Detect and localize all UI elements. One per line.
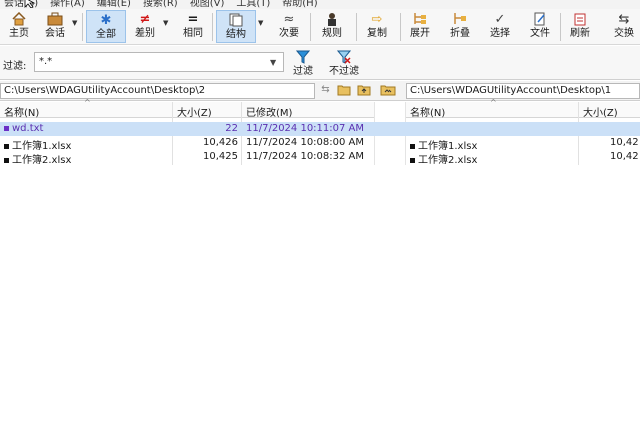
approx-icon: ≈ [283,11,295,27]
collapse-button[interactable]: 折叠 [446,10,474,43]
home-icon [11,10,27,28]
equals-icon: = [187,11,199,27]
right-header-size[interactable]: 大小(Z) [583,104,618,119]
path-bar: C:\Users\WDAGUtilityAccount\Desktop\2 ⇆ … [0,81,640,101]
funnel-icon [296,48,310,66]
right-file-row[interactable]: 工作簿1.xlsx 10,42 [406,136,640,152]
toolbar-separator [212,13,213,41]
swap-icon: ⇆ [618,11,630,27]
file-bullet-icon [410,157,415,163]
left-column-header: 名称(N) ^ 大小(Z) 已修改(M) [0,98,374,119]
swap-arrow-icon[interactable]: ⇆ [318,84,333,95]
files-button[interactable]: 文件 [526,10,554,43]
mouse-cursor-icon [24,0,36,8]
not-equal-icon: ≠ [139,11,151,27]
left-path-input[interactable]: C:\Users\WDAGUtilityAccount\Desktop\2 [0,83,315,99]
home-button[interactable]: 主页 [6,10,32,43]
toolbar-separator [82,13,83,41]
file-edit-icon [533,10,547,28]
menu-tools[interactable]: 工具(T) [236,0,270,9]
sync-folders-icon[interactable] [380,84,396,99]
menu-help[interactable]: 帮助(H) [282,0,317,9]
funnel-off-icon [337,48,351,66]
briefcase-icon [47,10,63,28]
left-file-row[interactable]: wd.txt 22 11/7/2024 10:11:07 AM [0,122,374,136]
right-path-input[interactable]: C:\Users\WDAGUtilityAccount\Desktop\1 [406,83,640,99]
toolbar-separator [560,13,561,41]
menu-search[interactable]: 搜索(R) [143,0,178,9]
browse-folder-icon[interactable] [336,84,351,99]
refresh-icon [573,10,587,28]
no-filter-button[interactable]: 不过滤 [326,48,362,81]
structure-button[interactable]: 结构 [216,10,256,43]
filter-label: 过滤: [3,61,27,72]
toolbar-separator [400,13,401,41]
minor-button[interactable]: ≈ 次要 [274,10,304,43]
filter-input[interactable]: *.* [34,52,284,72]
checkmark-icon: ✓ [494,11,506,27]
left-header-name[interactable]: 名称(N) [4,104,39,119]
rules-button[interactable]: 规则 [316,10,348,43]
filter-bar: 过滤: *.* ▼ 过滤 不过滤 [0,46,640,80]
swap-button[interactable]: ⇆ 交换 [610,10,638,43]
toolbar: 主页 会话 ▼ ✱ 全部 ≠ 差别 ▼ = 相同 结构 ▼ ≈ 次要 规则 ⇨ … [0,9,640,45]
left-file-row[interactable]: 工作簿1.xlsx 10,426 11/7/2024 10:08:00 AM [0,136,374,152]
asterisk-icon: ✱ [100,12,112,28]
select-button[interactable]: ✓ 选择 [486,10,514,43]
toolbar-separator [310,13,311,41]
all-button[interactable]: ✱ 全部 [86,10,126,43]
menu-view[interactable]: 视图(V) [190,0,225,9]
arrow-right-icon: ⇨ [371,11,383,27]
left-header-modified[interactable]: 已修改(M) [246,104,292,119]
sort-ascending-icon: ^ [490,98,497,107]
right-header-name[interactable]: 名称(N) [410,104,445,119]
copy-button[interactable]: ⇨ 复制 [362,10,392,43]
toolbar-separator [356,13,357,41]
right-column-header: 名称(N) ^ 大小(Z) [406,98,640,119]
right-file-row-placeholder[interactable] [374,122,640,136]
left-header-size[interactable]: 大小(Z) [177,104,212,119]
file-bullet-icon [410,143,415,149]
parent-folder-icon[interactable] [356,84,371,99]
file-bullet-icon [4,143,9,149]
left-file-row[interactable]: 工作簿2.xlsx 10,425 11/7/2024 10:08:32 AM [0,150,374,166]
structure-dropdown-icon[interactable]: ▼ [258,19,263,27]
referee-icon [325,10,339,28]
filter-dropdown-icon[interactable]: ▼ [270,58,276,67]
file-bullet-icon [4,125,9,131]
filter-button[interactable]: 过滤 [290,48,316,81]
session-button[interactable]: 会话 [40,10,70,43]
expand-tree-icon [413,10,427,28]
right-file-row[interactable]: 工作簿2.xlsx 10,42 [406,150,640,166]
session-dropdown-icon[interactable]: ▼ [72,19,77,27]
collapse-tree-icon [453,10,467,28]
file-bullet-icon [4,157,9,163]
menu-edit[interactable]: 编辑(E) [97,0,131,9]
diffs-button[interactable]: ≠ 差别 [130,10,160,43]
same-button[interactable]: = 相同 [178,10,208,43]
structure-icon [229,11,243,29]
sort-ascending-icon: ^ [84,98,91,107]
refresh-button[interactable]: 刷新 [566,10,594,43]
diffs-dropdown-icon[interactable]: ▼ [163,19,168,27]
menu-bar: 会话(S) 操作(A) 编辑(E) 搜索(R) 视图(V) 工具(T) 帮助(H… [0,0,640,9]
menu-actions[interactable]: 操作(A) [50,0,85,9]
expand-button[interactable]: 展开 [406,10,434,43]
